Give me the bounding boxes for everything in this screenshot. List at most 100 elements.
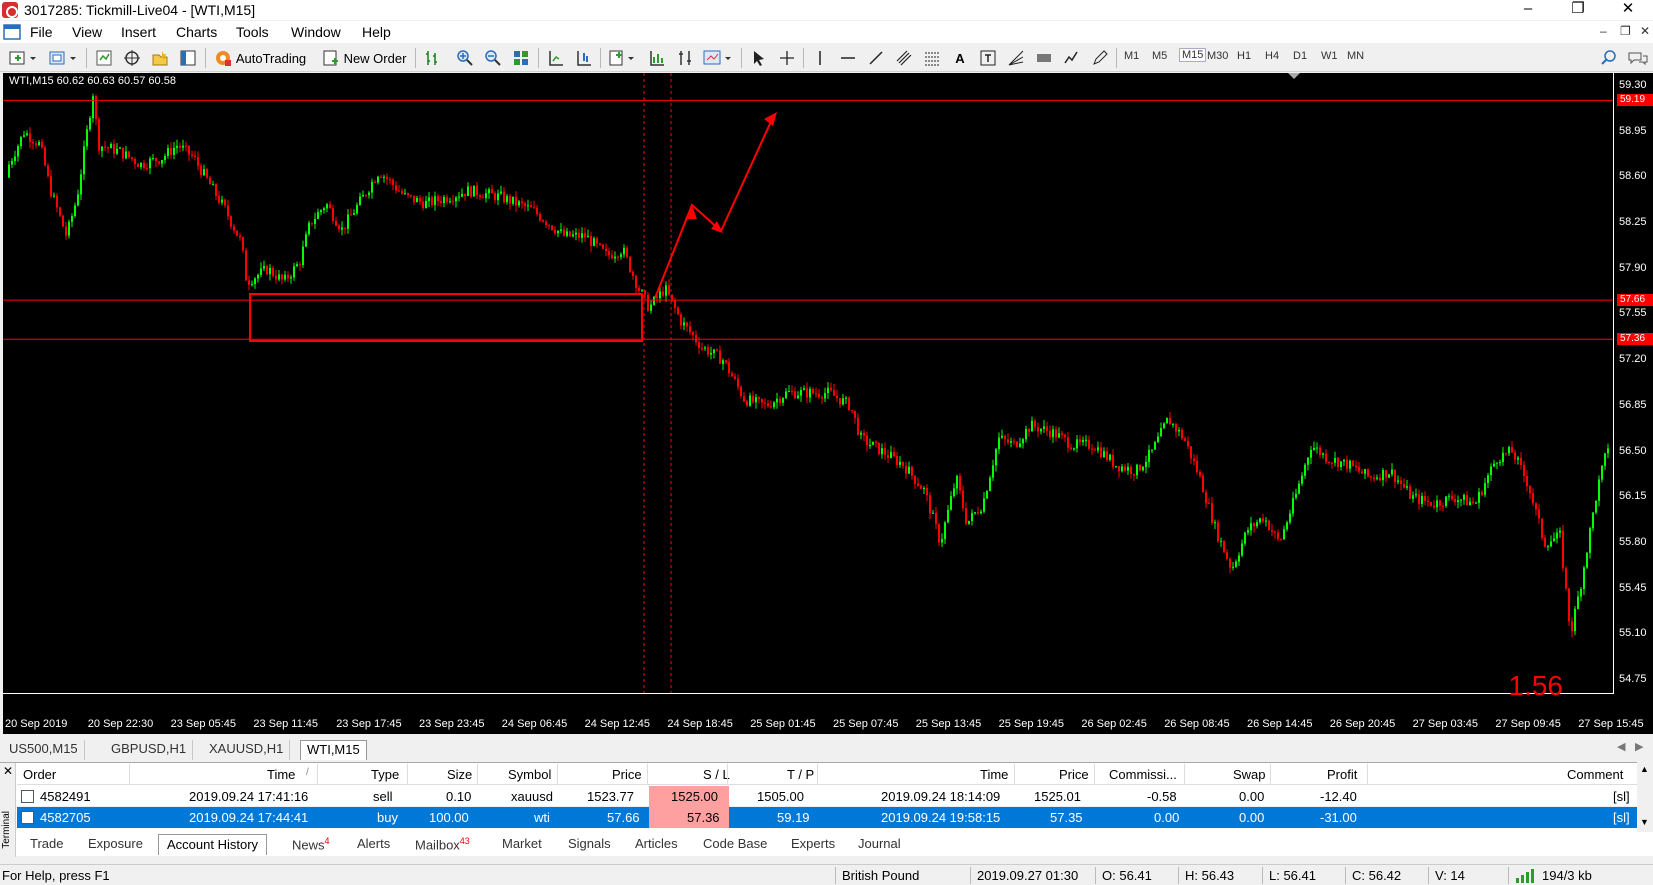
chat-icon[interactable]: [1625, 47, 1651, 69]
periods-icon[interactable]: [645, 47, 669, 69]
text-icon[interactable]: A: [948, 47, 972, 69]
col-profit[interactable]: Profit: [1327, 767, 1357, 782]
new-chart-icon[interactable]: [6, 47, 40, 69]
col-close-price[interactable]: Price: [1059, 767, 1089, 782]
profiles-icon[interactable]: [46, 47, 80, 69]
timeframe-m15[interactable]: M15: [1179, 48, 1207, 62]
tab-scroll-left-icon[interactable]: ◀: [1617, 740, 1625, 753]
fibo-fan-icon[interactable]: [1004, 47, 1028, 69]
restore-button[interactable]: ❐: [1555, 0, 1601, 20]
pencil-icon[interactable]: [1088, 47, 1112, 69]
col-swap[interactable]: Swap: [1233, 767, 1266, 782]
terminal-scrollbar[interactable]: ▲ ▼: [1637, 762, 1653, 832]
arrows-icon[interactable]: [1060, 47, 1084, 69]
timeframe-h4[interactable]: H4: [1265, 50, 1279, 62]
col-comment[interactable]: Comment: [1567, 767, 1623, 782]
mdi-restore-button[interactable]: ❐: [1620, 24, 1631, 38]
tab-account-history[interactable]: Account History: [158, 834, 268, 855]
indicators-icon[interactable]: [606, 47, 640, 69]
menu-tools[interactable]: Tools: [236, 24, 269, 40]
menu-help[interactable]: Help: [362, 24, 391, 40]
chart-tab-wti[interactable]: WTI,M15: [300, 740, 367, 760]
col-symbol[interactable]: Symbol: [508, 767, 551, 782]
col-price[interactable]: Price: [612, 767, 642, 782]
connection-bars-icon[interactable]: [1515, 868, 1539, 883]
mdi-minimize-button[interactable]: –: [1600, 24, 1607, 38]
tab-scroll-right-icon[interactable]: ▶: [1635, 740, 1643, 753]
col-tp[interactable]: T / P: [787, 767, 814, 782]
support-zone-rectangle[interactable]: [249, 293, 643, 342]
crosshair-icon[interactable]: [775, 47, 799, 69]
tab-articles[interactable]: Articles: [635, 836, 678, 851]
timeframe-mn[interactable]: MN: [1347, 50, 1364, 62]
terminal-close-icon[interactable]: ✕: [3, 764, 13, 778]
tab-code-base[interactable]: Code Base: [703, 836, 767, 851]
tab-mailbox[interactable]: Mailbox43: [415, 836, 470, 852]
scroll-down-icon[interactable]: ▼: [1640, 817, 1649, 827]
tab-trade[interactable]: Trade: [30, 836, 63, 851]
timeframe-m1[interactable]: M1: [1124, 50, 1139, 62]
templates-icon[interactable]: [673, 47, 697, 69]
col-type[interactable]: Type: [371, 767, 399, 782]
col-commission[interactable]: Commissi...: [1109, 767, 1177, 782]
chart-tab-xauusd[interactable]: XAUUSD,H1: [203, 740, 291, 760]
tab-exposure[interactable]: Exposure: [88, 836, 143, 851]
fibonacci-icon[interactable]: [920, 47, 944, 69]
chart-tab-gbpusd[interactable]: GBPUSD,H1: [105, 740, 194, 760]
chart-shift-marker[interactable]: [1288, 73, 1300, 79]
tab-signals[interactable]: Signals: [568, 836, 611, 851]
minimize-button[interactable]: –: [1505, 0, 1551, 20]
search-icon[interactable]: [1597, 47, 1621, 69]
bar-chart-icon[interactable]: [420, 47, 444, 69]
col-close-time[interactable]: Time: [980, 767, 1008, 782]
zoom-in-icon[interactable]: [453, 47, 477, 69]
autotrading-button[interactable]: AutoTrading: [210, 47, 310, 69]
timeframe-m5[interactable]: M5: [1152, 50, 1167, 62]
tab-journal[interactable]: Journal: [858, 836, 901, 851]
chart-canvas[interactable]: [3, 73, 1653, 734]
zoom-out-icon[interactable]: [481, 47, 505, 69]
autoscroll-icon[interactable]: [572, 47, 596, 69]
price-chart[interactable]: WTI,M15 60.62 60.63 60.57 60.58 1.56 59.…: [3, 73, 1653, 734]
equidistant-channel-icon[interactable]: [892, 47, 916, 69]
chart-window-icon[interactable]: [3, 23, 21, 41]
horizontal-line-icon[interactable]: [836, 47, 860, 69]
market-watch-icon[interactable]: [92, 47, 116, 69]
new-order-button[interactable]: New Order: [318, 47, 410, 69]
mdi-close-button[interactable]: ✕: [1640, 24, 1650, 38]
vertical-line-icon[interactable]: [808, 47, 832, 69]
menu-view[interactable]: View: [72, 24, 102, 40]
profile-name[interactable]: British Pound: [842, 868, 919, 883]
terminal-icon[interactable]: [176, 47, 200, 69]
col-size[interactable]: Size: [447, 767, 472, 782]
tile-windows-icon[interactable]: [509, 47, 533, 69]
navigator-icon[interactable]: [148, 47, 172, 69]
rectangle-icon[interactable]: [1032, 47, 1056, 69]
menu-file[interactable]: File: [30, 24, 53, 40]
timeframe-d1[interactable]: D1: [1293, 50, 1307, 62]
chart-tab-us500[interactable]: US500,M15: [3, 740, 85, 760]
projection-arrow[interactable]: [654, 114, 775, 299]
data-window-icon[interactable]: [120, 47, 144, 69]
timeframe-h1[interactable]: H1: [1237, 50, 1251, 62]
tab-experts[interactable]: Experts: [791, 836, 835, 851]
tab-market[interactable]: Market: [502, 836, 542, 851]
scroll-up-icon[interactable]: ▲: [1640, 764, 1649, 774]
history-row[interactable]: 4582491 2019.09.24 17:41:16 sell 0.10 xa…: [17, 786, 1637, 807]
timeframe-m30[interactable]: M30: [1207, 50, 1228, 62]
tab-alerts[interactable]: Alerts: [357, 836, 390, 851]
close-button[interactable]: ✕: [1605, 0, 1651, 20]
col-order[interactable]: Order: [23, 767, 56, 782]
menu-insert[interactable]: Insert: [121, 24, 156, 40]
col-sl[interactable]: S / L: [703, 767, 730, 782]
text-label-icon[interactable]: [976, 47, 1000, 69]
timeframe-w1[interactable]: W1: [1321, 50, 1338, 62]
history-row-selected[interactable]: 4582705 2019.09.24 17:44:41 buy 100.00 w…: [17, 807, 1637, 828]
trendline-icon[interactable]: [864, 47, 888, 69]
col-time[interactable]: Time: [267, 767, 295, 782]
chart-template-icon[interactable]: [700, 47, 736, 69]
menu-window[interactable]: Window: [291, 24, 341, 40]
tab-news[interactable]: News4: [292, 836, 330, 852]
chart-shift-icon[interactable]: [544, 47, 568, 69]
menu-charts[interactable]: Charts: [176, 24, 217, 40]
